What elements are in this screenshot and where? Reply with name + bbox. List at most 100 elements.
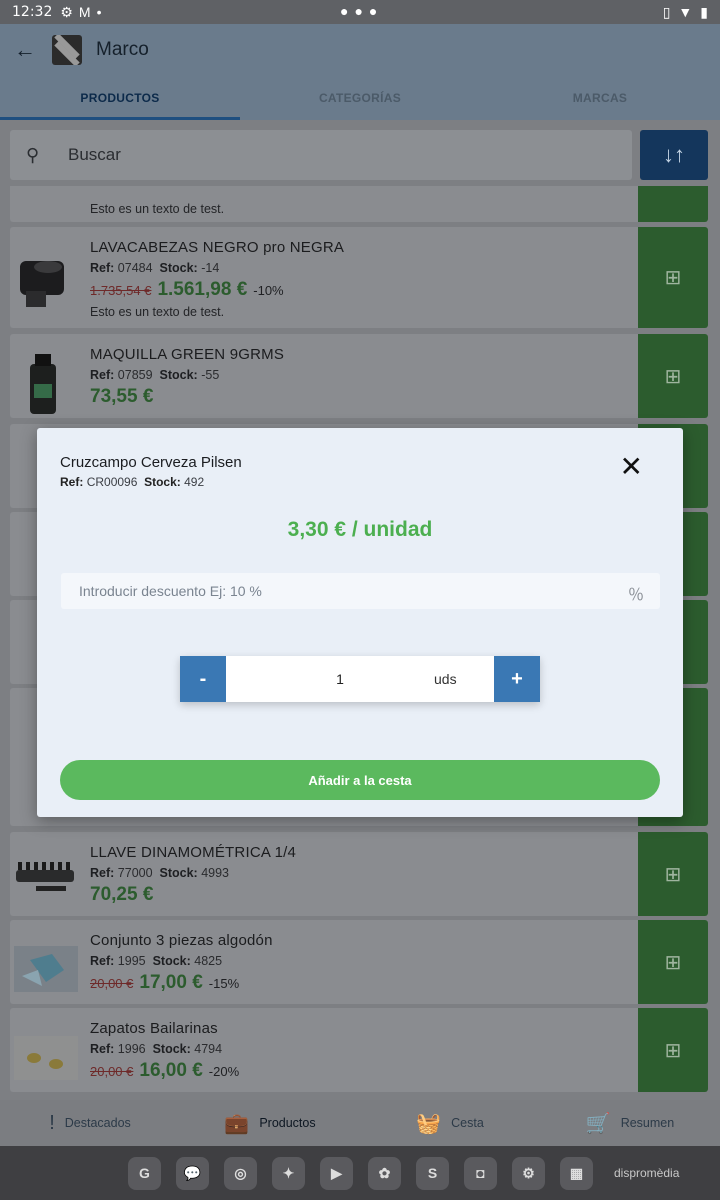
add-to-cart-button[interactable]: ⊞ <box>638 227 708 328</box>
camera-app-icon[interactable]: ⚙ <box>512 1156 545 1190</box>
discount: -10% <box>253 283 284 298</box>
product-ref: 1995 <box>117 954 146 968</box>
sales-app-icon[interactable]: S <box>416 1156 449 1190</box>
product-stock: 4825 <box>194 954 223 968</box>
price: 17,00 € <box>139 972 203 993</box>
brand-logo: dispromèdia <box>614 1166 680 1180</box>
product-description: Esto es un texto de test. <box>90 305 225 319</box>
assistant-app-icon[interactable]: ✦ <box>272 1156 305 1190</box>
old-price: 20,00 € <box>90 1064 134 1079</box>
google-app-icon[interactable]: G <box>128 1156 161 1190</box>
cart-plus-icon: ⊞ <box>664 267 682 289</box>
dialog-product-name: Cruzcampo Cerveza Pilsen <box>60 454 242 471</box>
price: 73,55 € <box>90 386 154 407</box>
discount: -15% <box>208 976 240 991</box>
product-description: Esto es un texto de test. <box>90 202 225 216</box>
app-bar: ← Marco <box>0 24 720 76</box>
list-item[interactable]: LLAVE DINAMOMÉTRICA 1/4 Ref: 77000 Stock… <box>10 832 708 916</box>
percent-icon: ％ <box>627 587 644 604</box>
wifi-icon: ▼ <box>678 4 693 20</box>
basket-icon: 🧺 <box>416 1112 442 1135</box>
chrome-app-icon[interactable]: ◎ <box>224 1156 257 1190</box>
sort-icon: ↓↑ <box>663 142 685 167</box>
product-image <box>20 261 64 307</box>
unit-label: uds <box>434 671 457 687</box>
list-item[interactable]: Conjunto 3 piezas algodón Ref: 1995 Stoc… <box>10 920 708 1004</box>
add-to-cart-button[interactable]: ⊞ <box>638 920 708 1004</box>
nav-label: Resumen <box>620 1116 675 1130</box>
nav-label: Productos <box>259 1116 316 1130</box>
discount-input[interactable]: Introducir descuento Ej: 10 % ％ <box>61 573 660 609</box>
bottom-navigation: ! Destacados 💼 Productos 🧺 Cesta 🛒 Resum… <box>0 1100 720 1146</box>
tab-bar: PRODUCTOS CATEGORÍAS MARCAS <box>0 76 720 120</box>
dialog-ref: CR00096 <box>86 475 138 489</box>
add-to-cart-button[interactable]: ⊞ <box>638 334 708 418</box>
quantity-field[interactable]: 1 <box>226 671 434 687</box>
product-name: MAQUILLA GREEN 9GRMS <box>90 346 285 363</box>
price: 1.561,98 € <box>157 279 248 300</box>
price: 16,00 € <box>139 1060 203 1081</box>
product-name: LLAVE DINAMOMÉTRICA 1/4 <box>90 844 297 861</box>
nav-destacados[interactable]: ! Destacados <box>0 1100 180 1146</box>
product-name: Conjunto 3 piezas algodón <box>90 932 273 949</box>
old-price: 20,00 € <box>90 976 134 991</box>
nav-productos[interactable]: 💼 Productos <box>180 1100 360 1146</box>
product-image <box>14 946 78 992</box>
product-image <box>16 862 74 891</box>
status-bar: 12:32 ⚙ M • ●●● ▯ ▼ ▮ <box>0 0 720 24</box>
product-stock: -14 <box>201 261 220 275</box>
discount: -20% <box>208 1064 240 1079</box>
app-logo <box>52 35 82 65</box>
messages-app-icon[interactable]: 💬 <box>176 1156 209 1190</box>
list-item[interactable]: MAQUILLA GREEN 9GRMS Ref: 07859 Stock: -… <box>10 334 708 418</box>
camera-dots: ●●● <box>340 3 384 19</box>
cart-plus-icon: ⊞ <box>664 1039 682 1062</box>
tab-productos[interactable]: PRODUCTOS <box>0 76 240 120</box>
add-to-cart-button[interactable] <box>638 186 708 222</box>
vibrate-icon: ▯ <box>662 3 671 20</box>
add-to-cart-button[interactable]: ⊞ <box>638 1008 708 1092</box>
alert-circle-icon: ! <box>49 1111 55 1134</box>
decrement-button[interactable]: - <box>180 656 226 702</box>
nav-label: Destacados <box>64 1116 131 1130</box>
product-stock: 4993 <box>201 866 230 880</box>
sort-button[interactable]: ↓↑ <box>640 130 708 180</box>
list-item[interactable]: LAVACABEZAS NEGRO pro NEGRA Ref: 07484 S… <box>10 227 708 328</box>
search-placeholder: Buscar <box>68 145 121 164</box>
app-dock: G 💬 ◎ ✦ ▶ ✿ S ◘ ⚙ ▦ dispromèdia <box>0 1146 720 1200</box>
price: 70,25 € <box>90 884 154 905</box>
product-name: Zapatos Bailarinas <box>90 1020 218 1037</box>
nav-cesta[interactable]: 🧺 Cesta <box>360 1100 540 1146</box>
app-drawer-icon[interactable]: ▦ <box>560 1156 593 1190</box>
dialog-stock: 492 <box>184 475 205 489</box>
product-ref: 1996 <box>117 1042 146 1056</box>
add-product-dialog: Cruzcampo Cerveza Pilsen Ref: CR00096 St… <box>37 428 683 817</box>
gmail-icon: M <box>78 4 91 20</box>
back-arrow-icon[interactable]: ← <box>14 37 38 63</box>
add-to-basket-button[interactable]: Añadir a la cesta <box>60 760 660 800</box>
product-ref: 07484 <box>117 261 153 275</box>
search-input[interactable]: ⚲ Buscar <box>10 130 632 180</box>
product-stock: 4794 <box>194 1042 223 1056</box>
add-to-cart-button[interactable]: ⊞ <box>638 832 708 916</box>
tab-categorias[interactable]: CATEGORÍAS <box>240 76 480 120</box>
list-item[interactable]: Zapatos Bailarinas Ref: 1996 Stock: 4794… <box>10 1008 708 1092</box>
product-stock: -55 <box>201 368 220 382</box>
play-store-app-icon[interactable]: ▶ <box>320 1156 353 1190</box>
product-ref: 07859 <box>117 368 153 382</box>
dot-icon: • <box>96 4 102 20</box>
close-icon[interactable]: ✕ <box>620 453 643 481</box>
increment-button[interactable]: + <box>494 656 540 702</box>
clock: 12:32 <box>12 4 53 20</box>
product-name: LAVACABEZAS NEGRO pro NEGRA <box>90 239 345 256</box>
cart-plus-icon: ⊞ <box>664 863 682 886</box>
list-item[interactable]: Esto es un texto de test. <box>10 186 708 222</box>
nav-label: Cesta <box>451 1116 484 1130</box>
old-price: 1.735,54 € <box>90 283 152 298</box>
settings-icon: ⚙ <box>60 3 73 20</box>
tab-marcas[interactable]: MARCAS <box>480 76 720 120</box>
outlook-app-icon[interactable]: ◘ <box>464 1156 497 1190</box>
photos-app-icon[interactable]: ✿ <box>368 1156 401 1190</box>
nav-resumen[interactable]: 🛒 Resumen <box>540 1100 720 1146</box>
product-image <box>14 1036 78 1080</box>
